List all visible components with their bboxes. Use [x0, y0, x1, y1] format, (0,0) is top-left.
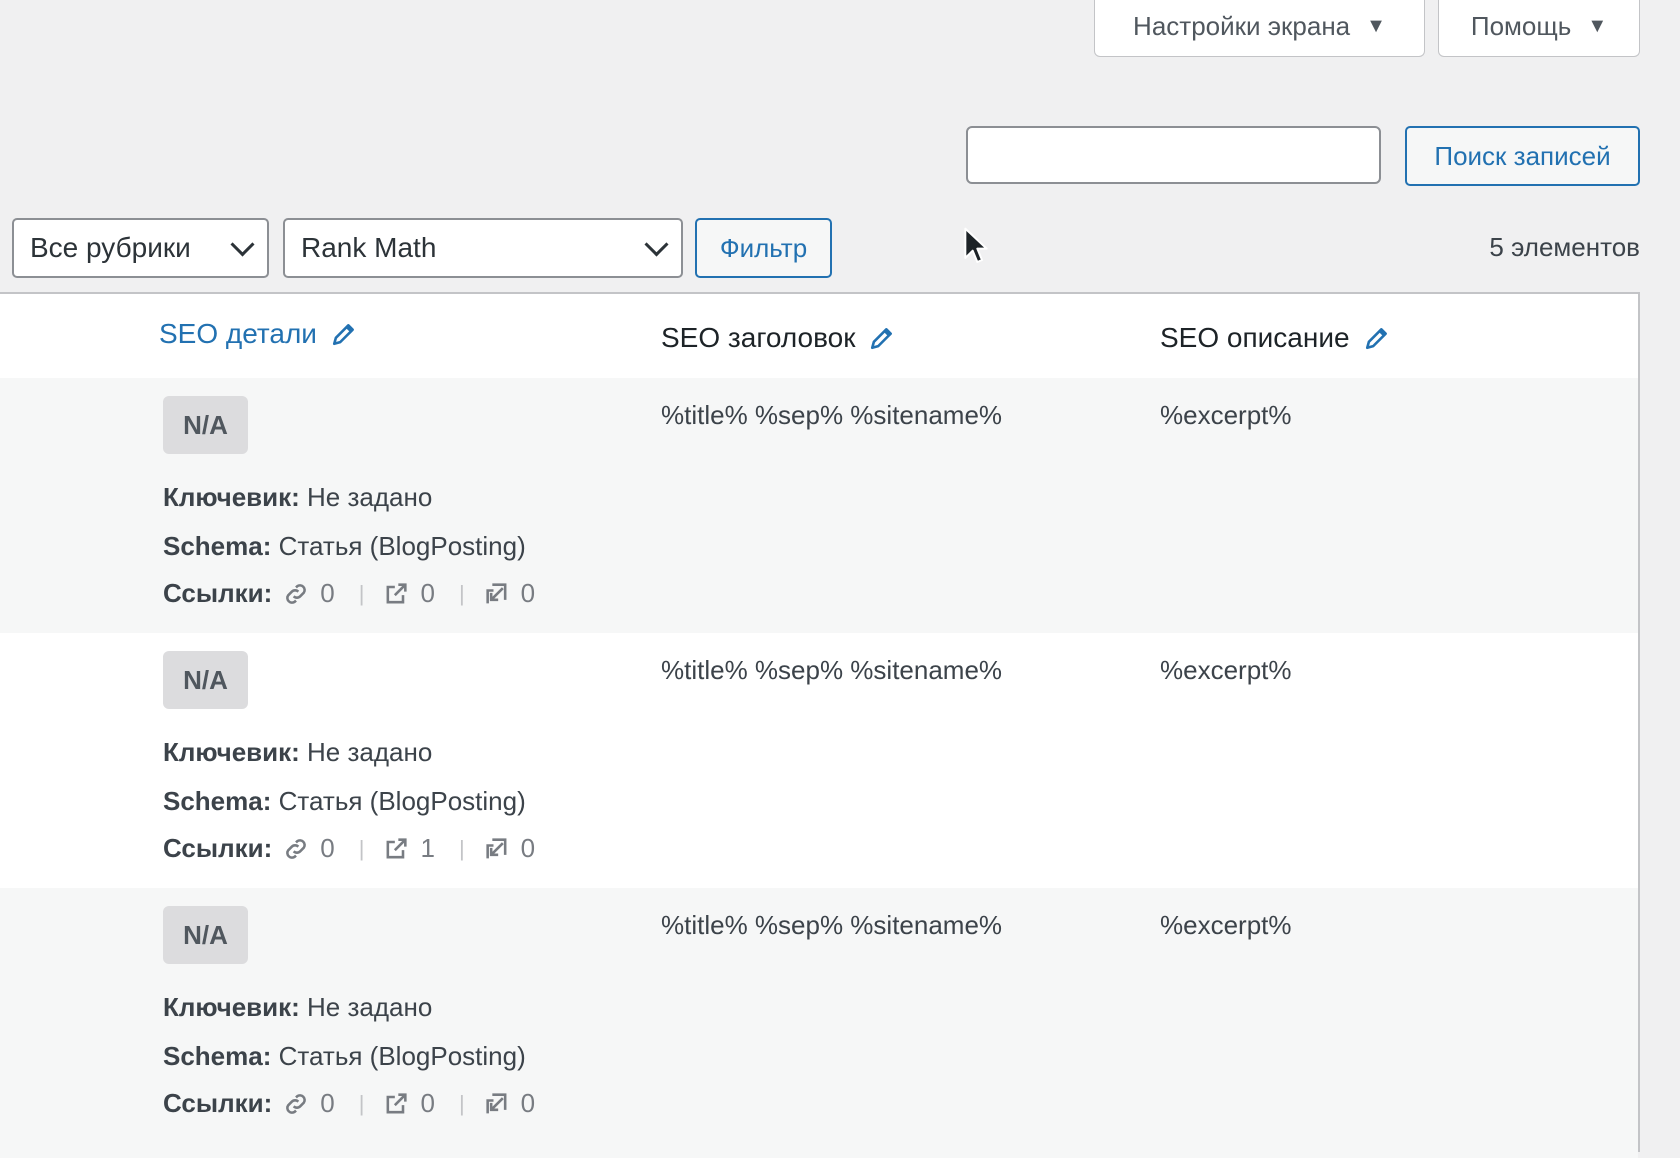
links-line: Ссылки: 0 | 0 | 0 — [163, 1088, 541, 1119]
seo-title-cell[interactable]: %title% %sep% %sitename% — [661, 400, 1002, 431]
column-seo-description-label: SEO описание — [1160, 322, 1350, 353]
column-seo-title-label: SEO заголовок — [661, 322, 856, 353]
caret-down-icon: ▼ — [1366, 14, 1386, 37]
schema-label: Schema: — [163, 786, 272, 816]
column-seo-description: SEO описание — [1160, 322, 1390, 354]
column-seo-details-label: SEO детали — [159, 318, 317, 349]
seo-score-badge: N/A — [163, 651, 248, 709]
separator: | — [458, 835, 465, 861]
internal-links-count: 0 — [320, 833, 335, 863]
internal-links-count: 0 — [320, 1088, 335, 1118]
schema-label: Schema: — [163, 531, 272, 561]
external-link-icon — [387, 837, 408, 858]
seo-score-badge: N/A — [163, 396, 248, 454]
seo-title-cell[interactable]: %title% %sep% %sitename% — [661, 910, 1002, 941]
schema-value: Статья (BlogPosting) — [278, 531, 526, 561]
links-label: Ссылки: — [163, 578, 273, 608]
separator: | — [458, 580, 465, 606]
schema-line: Schema: Статья (BlogPosting) — [163, 1041, 526, 1072]
internal-links-count: 0 — [320, 578, 335, 608]
separator: | — [358, 580, 365, 606]
keyword-label: Ключевик: — [163, 992, 300, 1022]
screen-options-label: Настройки экрана — [1133, 10, 1351, 41]
schema-line: Schema: Статья (BlogPosting) — [163, 786, 526, 817]
table-row: N/A Ключевик: Не задано Schema: Статья (… — [0, 888, 1638, 1158]
screen-options-tab[interactable]: Настройки экрана ▼ — [1094, 0, 1425, 57]
seo-description-cell[interactable]: %excerpt% — [1160, 910, 1292, 941]
chevron-down-icon — [644, 232, 669, 257]
posts-table: SEO детали SEO заголовок SEO описание N/… — [0, 292, 1640, 1158]
separator: | — [358, 835, 365, 861]
schema-value: Статья (BlogPosting) — [278, 786, 526, 816]
schema-line: Schema: Статья (BlogPosting) — [163, 531, 526, 562]
pencil-icon[interactable] — [331, 321, 357, 347]
help-label: Помощь — [1470, 10, 1572, 41]
seo-description-cell[interactable]: %excerpt% — [1160, 655, 1292, 686]
column-seo-title: SEO заголовок — [661, 322, 895, 354]
seo-score-select[interactable]: Rank Math — [283, 218, 683, 278]
links-line: Ссылки: 0 | 0 | 0 — [163, 578, 541, 609]
external-link-icon — [387, 1092, 408, 1113]
external-link-icon — [387, 582, 408, 603]
search-posts-label: Поиск записей — [1434, 140, 1611, 171]
column-seo-details[interactable]: SEO детали — [159, 318, 357, 350]
incoming-link-icon — [486, 837, 507, 858]
schema-value: Статья (BlogPosting) — [278, 1041, 526, 1071]
incoming-links-count: 0 — [520, 1088, 536, 1118]
links-line: Ссылки: 0 | 1 | 0 — [163, 833, 541, 864]
links-label: Ссылки: — [163, 1088, 273, 1118]
incoming-link-icon — [486, 1092, 507, 1113]
table-header: SEO детали SEO заголовок SEO описание — [0, 294, 1638, 380]
external-links-count: 0 — [420, 1088, 435, 1118]
keyword-line: Ключевик: Не задано — [163, 482, 432, 513]
external-links-count: 0 — [420, 578, 435, 608]
keyword-value: Не задано — [307, 737, 433, 767]
seo-description-cell[interactable]: %excerpt% — [1160, 400, 1292, 431]
incoming-link-icon — [486, 582, 507, 603]
search-input[interactable] — [966, 126, 1381, 184]
keyword-value: Не задано — [307, 992, 433, 1022]
seo-score-badge: N/A — [163, 906, 248, 964]
internal-link-icon — [286, 1093, 307, 1114]
separator: | — [458, 1090, 465, 1116]
filter-button[interactable]: Фильтр — [695, 218, 832, 278]
pencil-icon[interactable] — [1364, 325, 1390, 351]
incoming-links-count: 0 — [520, 578, 536, 608]
caret-down-icon: ▼ — [1587, 14, 1608, 37]
keyword-value: Не задано — [307, 482, 433, 512]
separator: | — [358, 1090, 365, 1116]
chevron-down-icon — [230, 232, 255, 257]
keyword-line: Ключевик: Не задано — [163, 737, 432, 768]
category-select-value: Все рубрики — [30, 232, 191, 263]
keyword-line: Ключевик: Не задано — [163, 992, 432, 1023]
table-row: N/A Ключевик: Не задано Schema: Статья (… — [0, 633, 1638, 888]
seo-title-cell[interactable]: %title% %sep% %sitename% — [661, 655, 1002, 686]
seo-score-select-value: Rank Math — [301, 232, 437, 263]
links-label: Ссылки: — [163, 833, 273, 863]
items-count: 5 элементов — [1489, 232, 1640, 262]
help-tab[interactable]: Помощь ▼ — [1438, 0, 1640, 57]
table-row: N/A Ключевик: Не задано Schema: Статья (… — [0, 378, 1638, 633]
keyword-label: Ключевик: — [163, 482, 300, 512]
pencil-icon[interactable] — [869, 325, 895, 351]
schema-label: Schema: — [163, 1041, 272, 1071]
internal-link-icon — [286, 838, 307, 859]
search-posts-button[interactable]: Поиск записей — [1405, 126, 1640, 186]
filter-button-label: Фильтр — [719, 232, 808, 263]
incoming-links-count: 0 — [520, 833, 536, 863]
external-links-count: 1 — [420, 833, 435, 863]
keyword-label: Ключевик: — [163, 737, 300, 767]
category-select[interactable]: Все рубрики — [12, 218, 269, 278]
internal-link-icon — [286, 583, 307, 604]
mouse-cursor-icon — [964, 227, 988, 263]
